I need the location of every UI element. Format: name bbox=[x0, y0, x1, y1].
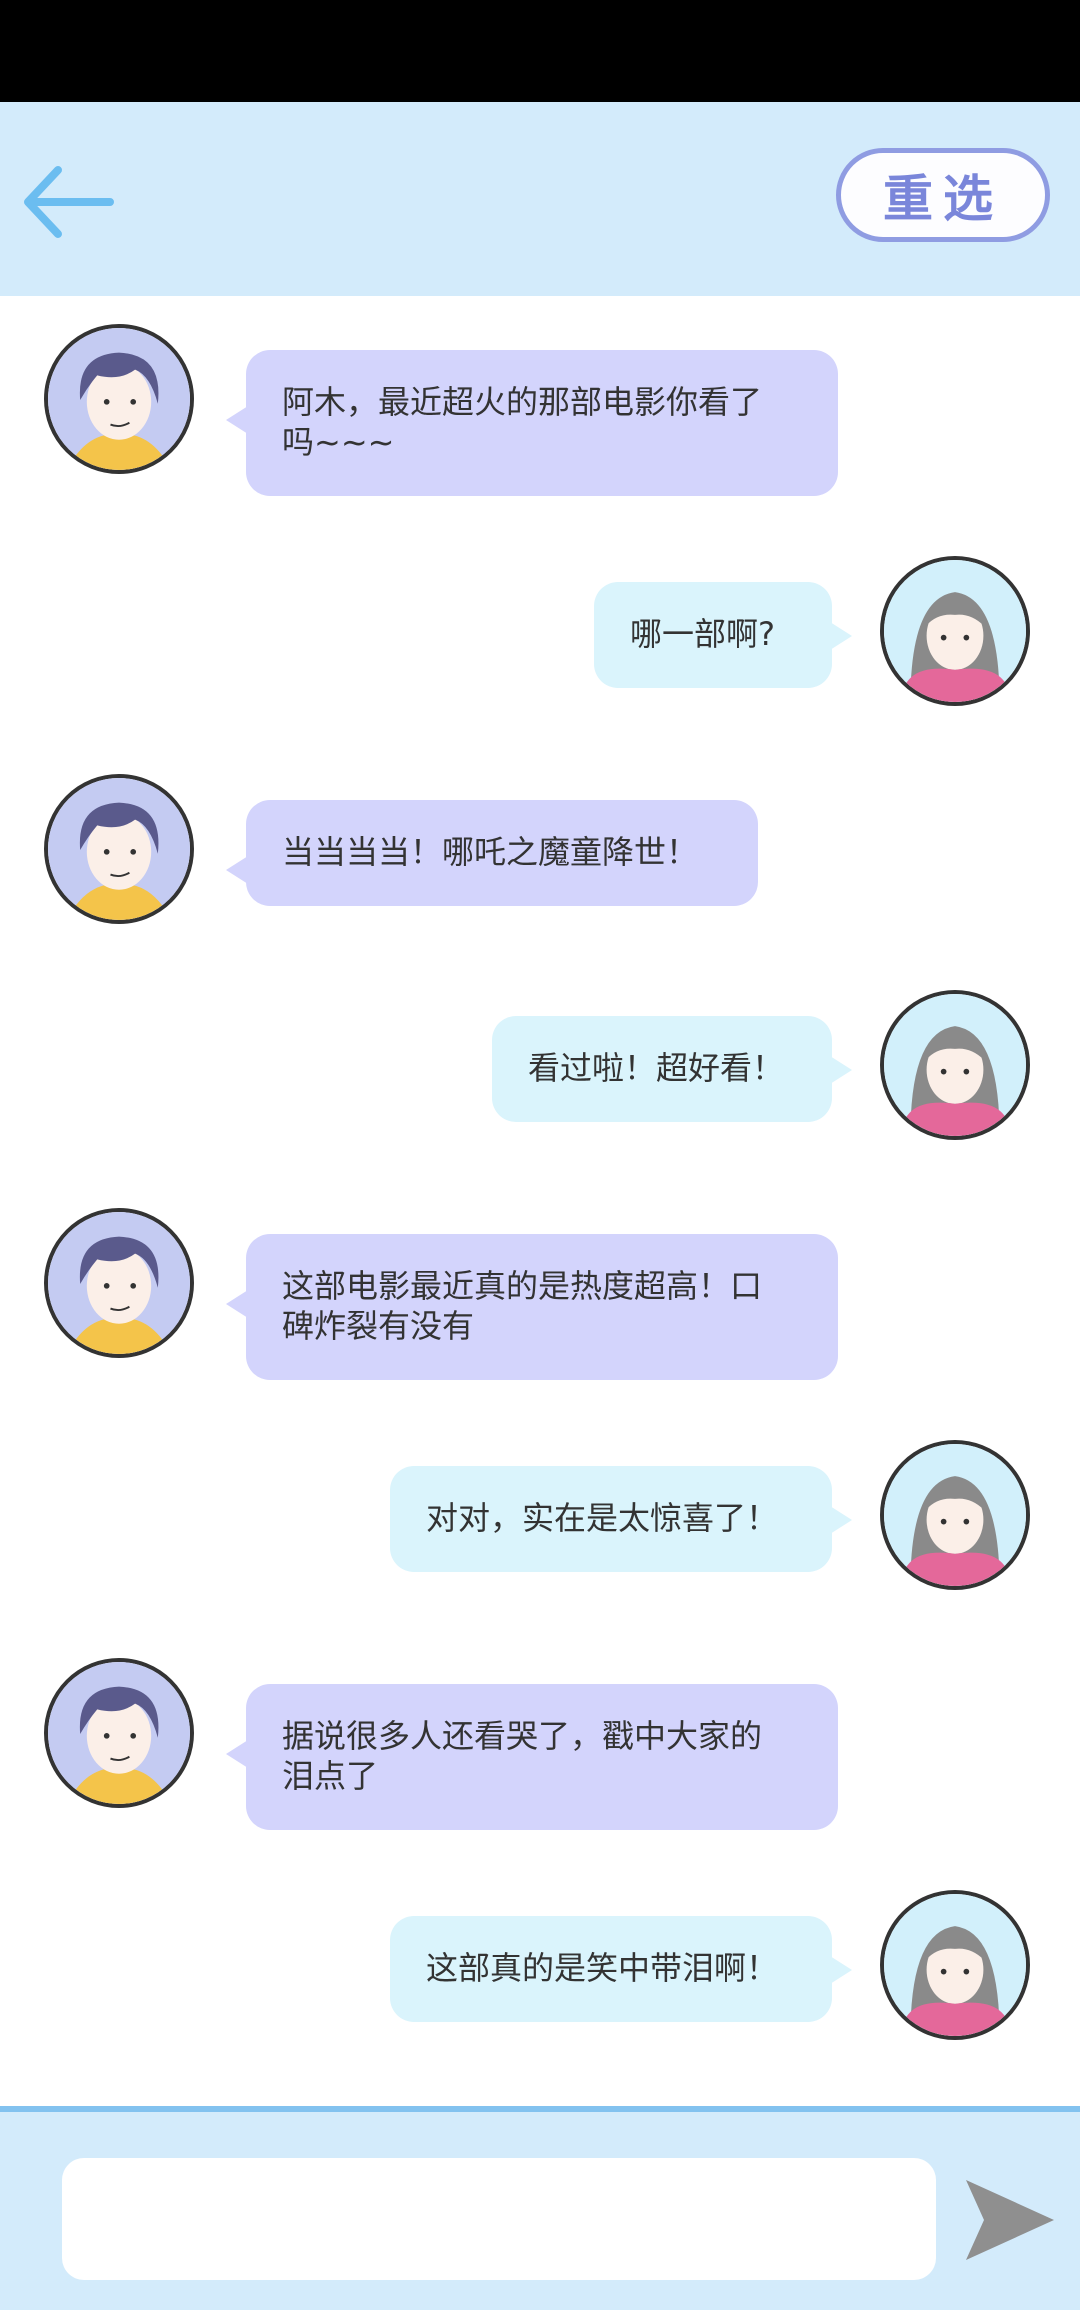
message-bubble: 看过啦！超好看！ bbox=[492, 1016, 852, 1122]
message-text-line: 泪点了 bbox=[282, 1757, 379, 1795]
arrow-left-icon bbox=[24, 166, 114, 238]
status-bar bbox=[0, 0, 1080, 102]
message-text-line: 当当当当！哪吒之魔童降世！ bbox=[282, 833, 699, 871]
message-bubble: 据说很多人还看哭了，戳中大家的 泪点了 bbox=[226, 1684, 838, 1830]
girl-avatar bbox=[880, 990, 1030, 1140]
message-text-line: 哪一部啊? bbox=[630, 615, 775, 653]
message-bubble: 当当当当！哪吒之魔童降世！ bbox=[226, 800, 758, 906]
message-text-line: 碑炸裂有没有 bbox=[282, 1307, 475, 1345]
message-text-line: 这部真的是笑中带泪啊！ bbox=[426, 1949, 779, 1987]
message-text-line: 吗~~~ bbox=[282, 423, 395, 461]
message-bubble: 哪一部啊? bbox=[594, 582, 852, 688]
message-text-line: 阿木，最近超火的那部电影你看了 bbox=[282, 383, 763, 421]
message-bubble: 这部电影最近真的是热度超高！口 碑炸裂有没有 bbox=[226, 1234, 838, 1380]
message-text-line: 这部电影最近真的是热度超高！口 bbox=[282, 1267, 763, 1305]
send-button[interactable] bbox=[962, 2172, 1058, 2268]
boy-avatar bbox=[44, 774, 194, 924]
message-text-line: 对对，实在是太惊喜了！ bbox=[426, 1499, 779, 1537]
reselect-button[interactable]: 重选 bbox=[836, 148, 1050, 242]
boy-avatar bbox=[44, 1208, 194, 1358]
girl-avatar bbox=[880, 556, 1030, 706]
composer-bar bbox=[0, 2106, 1080, 2310]
message-text-line: 看过啦！超好看！ bbox=[528, 1049, 785, 1087]
message-bubble: 阿木，最近超火的那部电影你看了 吗~~~ bbox=[226, 350, 838, 496]
top-bar: 重选 bbox=[0, 102, 1080, 296]
message-input[interactable] bbox=[62, 2158, 936, 2280]
girl-avatar bbox=[880, 1890, 1030, 2040]
message-bubble: 这部真的是笑中带泪啊！ bbox=[390, 1916, 852, 2022]
boy-avatar bbox=[44, 1658, 194, 1808]
send-arrow-icon bbox=[966, 2180, 1054, 2260]
girl-avatar bbox=[880, 1440, 1030, 1590]
message-text-line: 据说很多人还看哭了，戳中大家的 bbox=[282, 1717, 763, 1755]
message-bubble: 对对，实在是太惊喜了！ bbox=[390, 1466, 852, 1572]
back-button[interactable] bbox=[18, 152, 118, 252]
chat-area: 阿木，最近超火的那部电影你看了 吗~~~ 哪一部啊? 当当当当！哪吒之魔童降世！… bbox=[0, 296, 1080, 2108]
boy-avatar bbox=[44, 324, 194, 474]
